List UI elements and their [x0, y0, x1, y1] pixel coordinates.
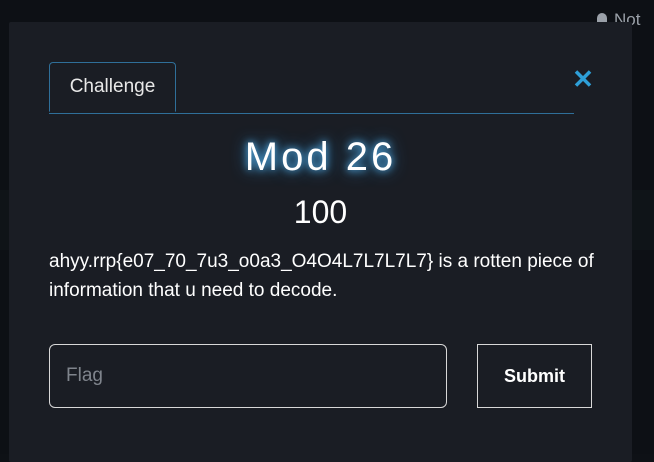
challenge-title: Mod 26 [244, 135, 397, 179]
challenge-value: 100 [293, 194, 348, 230]
challenge-modal: Challenge ✕ Mod 26 100 ahyy.rrp{e07_70_7… [9, 22, 632, 462]
tab-challenge[interactable]: Challenge [49, 62, 176, 112]
challenge-description: ahyy.rrp{e07_70_7u3_o0a3_O4O4L7L7L7L7} i… [49, 251, 594, 301]
flag-input[interactable] [49, 344, 447, 408]
close-icon[interactable]: ✕ [572, 66, 594, 92]
submit-button[interactable]: Submit [477, 344, 592, 408]
modal-tabs: Challenge [49, 62, 574, 114]
